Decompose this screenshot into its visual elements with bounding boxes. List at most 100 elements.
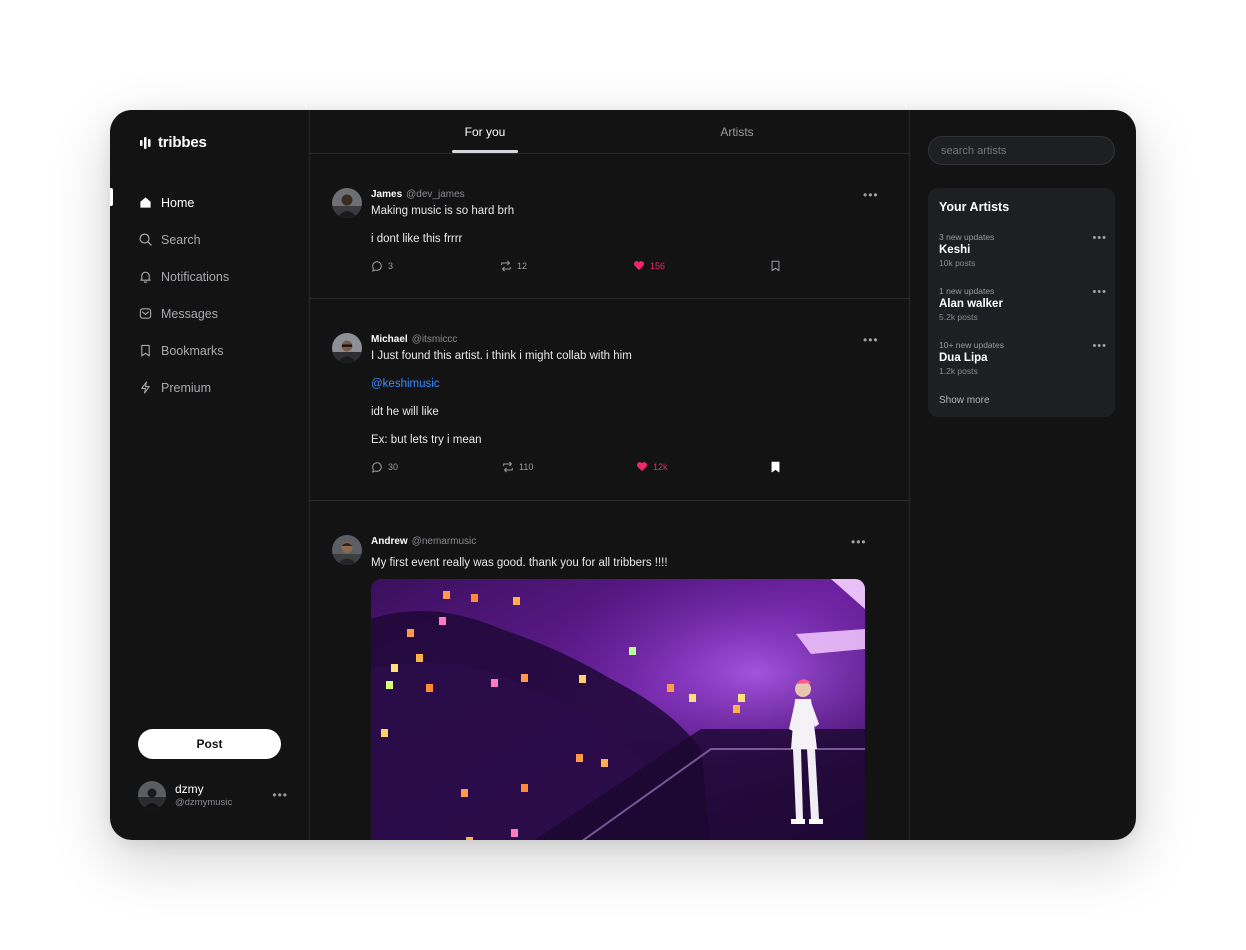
artist-name: Dua Lipa xyxy=(939,352,988,364)
your-artists-card: Your Artists 3 new updates Keshi 10k pos… xyxy=(928,188,1115,417)
sidebar-item-premium[interactable]: Premium xyxy=(110,369,309,406)
reply-icon xyxy=(372,261,382,272)
repost-count: 110 xyxy=(519,462,534,472)
card-title: Your Artists xyxy=(939,200,1010,214)
sidebar-item-bookmarks[interactable]: Bookmarks xyxy=(110,332,309,369)
bookmark-button[interactable] xyxy=(770,461,781,473)
logo-text: tribbes xyxy=(158,134,207,151)
post-author[interactable]: Andrew xyxy=(371,536,408,547)
post-header: Andrew @nemarmusic xyxy=(371,536,476,547)
like-button[interactable]: 156 xyxy=(633,260,665,271)
post: James @dev_james ••• Making music is so … xyxy=(310,154,909,299)
sidebar-item-messages[interactable]: Messages xyxy=(110,295,309,332)
more-options-icon[interactable]: ••• xyxy=(1092,286,1107,298)
artist-posts: 1.2k posts xyxy=(939,366,978,376)
active-tab-indicator xyxy=(452,150,518,153)
message-icon xyxy=(138,307,152,321)
post-text: i dont like this frrrr xyxy=(371,233,463,245)
feed: For you Artists James @dev_james ••• Mak… xyxy=(309,110,910,840)
post-handle[interactable]: @itsmiccc xyxy=(412,334,458,345)
feed-tabs: For you Artists xyxy=(310,110,909,154)
bookmark-filled-icon xyxy=(771,461,780,473)
more-options-icon[interactable]: ••• xyxy=(851,535,867,549)
sidebar-item-label: Bookmarks xyxy=(161,343,224,358)
like-count: 156 xyxy=(650,260,666,271)
bookmark-button[interactable] xyxy=(770,260,781,272)
logo-icon xyxy=(140,136,151,149)
like-count: 12k xyxy=(653,461,668,472)
post-handle[interactable]: @dev_james xyxy=(406,189,465,200)
sidebar-item-label: Notifications xyxy=(161,269,230,284)
profile-handle: @dzmymusic xyxy=(175,797,233,808)
sidebar-item-label: Search xyxy=(161,232,201,247)
tab-for-you[interactable]: For you xyxy=(452,110,518,153)
repost-icon xyxy=(501,260,511,272)
tab-artists[interactable]: Artists xyxy=(704,110,770,153)
sidebar: tribbes Home Search Notifications Messag… xyxy=(110,110,309,840)
post-header: Michael @itsmiccc xyxy=(371,334,457,345)
post-header: James @dev_james xyxy=(371,189,465,200)
artist-item-keshi[interactable]: 3 new updates Keshi 10k posts ••• xyxy=(939,232,1107,274)
app-window: tribbes Home Search Notifications Messag… xyxy=(110,110,1136,840)
sidebar-item-home[interactable]: Home xyxy=(110,184,309,221)
heart-icon xyxy=(633,261,645,271)
artist-posts: 5.2k posts xyxy=(939,312,978,322)
artist-posts: 10k posts xyxy=(939,258,976,268)
avatar xyxy=(138,781,166,809)
post-text: Ex: but lets try i mean xyxy=(371,434,482,446)
more-options-icon[interactable]: ••• xyxy=(863,333,879,347)
artist-item-alan-walker[interactable]: 1 new updates Alan walker 5.2k posts ••• xyxy=(939,286,1107,328)
post-handle[interactable]: @nemarmusic xyxy=(412,536,477,547)
avatar[interactable] xyxy=(332,188,362,218)
profile-menu[interactable]: dzmy @dzmymusic ••• xyxy=(138,780,288,810)
bell-icon xyxy=(138,270,152,284)
sidebar-item-label: Premium xyxy=(161,380,212,395)
artist-name: Keshi xyxy=(939,244,971,256)
avatar[interactable] xyxy=(332,333,362,363)
bookmark-icon xyxy=(138,344,152,358)
concert-photo xyxy=(371,579,865,840)
artist-item-dua-lipa[interactable]: 10+ new updates Dua Lipa 1.2k posts ••• xyxy=(939,340,1107,382)
heart-icon xyxy=(636,462,648,472)
logo[interactable]: tribbes xyxy=(140,134,207,151)
right-sidebar: Your Artists 3 new updates Keshi 10k pos… xyxy=(908,110,1136,840)
search-icon xyxy=(138,233,152,247)
post-author[interactable]: James xyxy=(371,189,402,200)
reply-button[interactable]: 3 xyxy=(371,260,393,272)
sidebar-item-search[interactable]: Search xyxy=(110,221,309,258)
more-options-icon[interactable]: ••• xyxy=(1092,232,1107,244)
artist-updates: 1 new updates xyxy=(939,286,995,296)
reply-icon xyxy=(372,462,382,473)
post-text: My first event really was good. thank yo… xyxy=(371,557,668,569)
more-options-icon[interactable]: ••• xyxy=(1092,340,1107,352)
repost-button[interactable]: 110 xyxy=(502,461,533,473)
repost-count: 12 xyxy=(517,261,528,271)
mention-link[interactable]: @keshimusic xyxy=(371,378,440,390)
repost-button[interactable]: 12 xyxy=(500,260,527,272)
more-options-icon[interactable]: ••• xyxy=(863,188,879,202)
post: Andrew @nemarmusic ••• My first event re… xyxy=(310,501,909,840)
post-author[interactable]: Michael xyxy=(371,334,408,345)
reply-button[interactable]: 30 xyxy=(371,461,398,473)
show-more-link[interactable]: Show more xyxy=(939,395,990,406)
artist-name: Alan walker xyxy=(939,298,1003,310)
repost-icon xyxy=(503,461,513,473)
post-actions: 3 12 156 xyxy=(371,260,791,274)
artist-updates: 10+ new updates xyxy=(939,340,1004,350)
post-button[interactable]: Post xyxy=(138,729,281,759)
post-text: I Just found this artist. i think i migh… xyxy=(371,350,632,362)
avatar[interactable] xyxy=(332,535,362,565)
reply-count: 30 xyxy=(388,462,399,472)
sidebar-item-notifications[interactable]: Notifications xyxy=(110,258,309,295)
sidebar-item-label: Messages xyxy=(161,306,218,321)
sidebar-item-label: Home xyxy=(161,195,195,210)
post-text: Making music is so hard brh xyxy=(371,205,515,217)
more-options-icon[interactable]: ••• xyxy=(272,788,288,802)
reply-count: 3 xyxy=(388,261,394,271)
search-artists-input[interactable] xyxy=(928,136,1115,165)
post-image[interactable] xyxy=(371,579,865,840)
sidebar-nav: Home Search Notifications Messages Bookm… xyxy=(110,184,309,406)
post: Michael @itsmiccc ••• I Just found this … xyxy=(310,299,909,501)
home-icon xyxy=(138,196,152,210)
like-button[interactable]: 12k xyxy=(636,461,668,472)
